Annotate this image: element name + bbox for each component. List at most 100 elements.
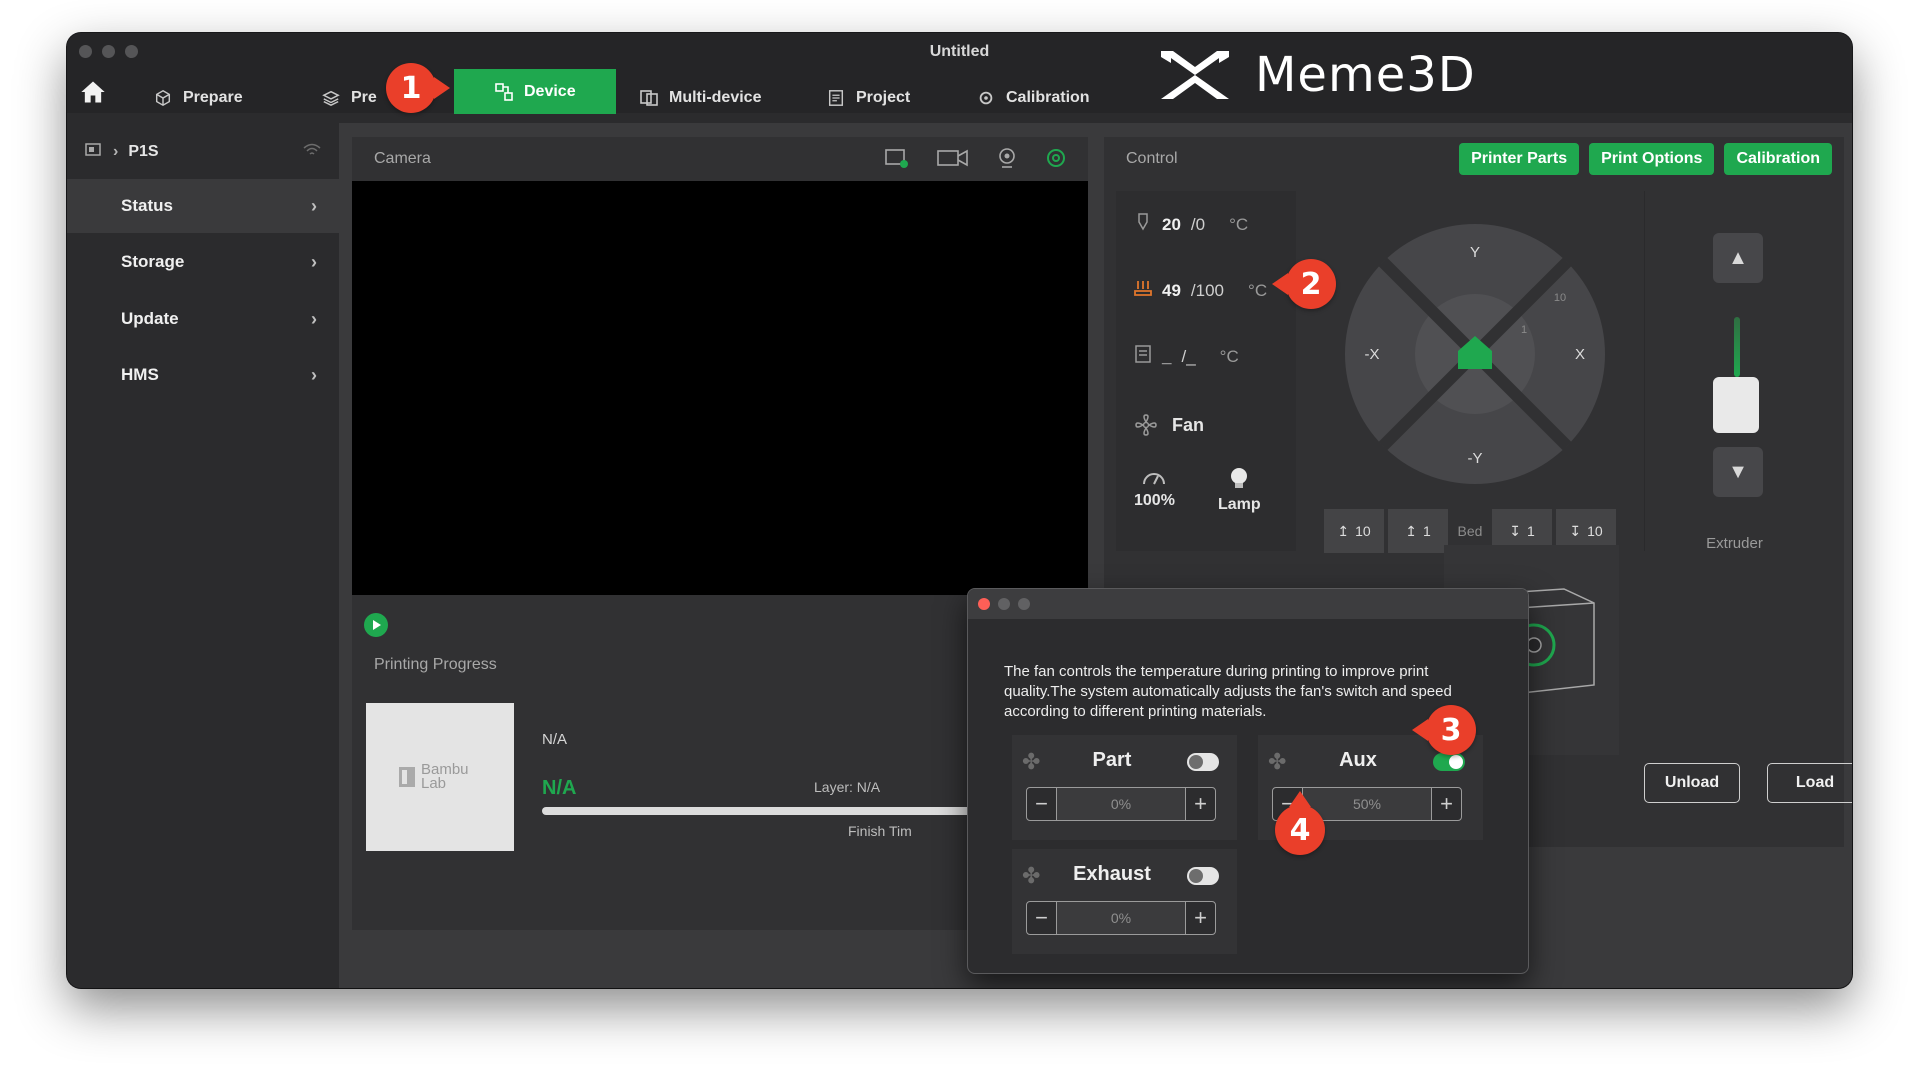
chevron-right-icon: › [113,143,119,160]
project-icon [826,88,846,108]
triangle-up-icon: ▲ [1728,246,1748,269]
aux-fan-toggle[interactable] [1433,753,1465,771]
part-fan-label: Part [1092,749,1132,771]
thumbnail-text: Bambu Lab [421,761,469,792]
bed-up-10-label: 10 [1355,523,1371,539]
dialog-close-button[interactable] [978,598,990,610]
brand: Meme3D [1157,45,1476,105]
bed-up-1-button[interactable]: ↥ 1 [1388,509,1448,553]
bed-temp-unit: °C [1248,280,1268,300]
timelapse-icon[interactable] [996,147,1018,169]
extrude-up-button[interactable]: ▲ [1713,233,1763,283]
top-bar: Untitled Prepare Pre Device Multi-device… [67,33,1852,114]
chevron-right-icon: › [311,195,317,216]
jog-y-label[interactable]: Y [1470,244,1480,261]
callout-1: 1 [386,63,450,113]
print-options-button[interactable]: Print Options [1589,143,1715,175]
lamp-button[interactable]: Lamp [1218,467,1261,514]
finish-time: Finish Tim [848,823,912,839]
aux-fan-value[interactable]: 50% [1303,788,1431,820]
layer-info: Layer: N/A [814,779,881,795]
sidebar-item-status[interactable]: Status › [67,179,339,233]
part-fan-decrease-button[interactable]: − [1027,788,1057,820]
tab-prepare[interactable]: Prepare [153,76,243,120]
exhaust-fan-increase-button[interactable]: + [1185,902,1215,934]
arrow-up-icon: ↥ [1337,522,1350,539]
sidebar-item-label: Status [121,196,173,215]
extruder-control: ▲ ▼ Extruder [1644,191,1824,552]
callout-3: 3 [1412,705,1476,755]
task-name: N/A [542,731,568,748]
fan-icon [1135,414,1157,436]
calibration-icon [976,88,996,108]
tab-calibration[interactable]: Calibration [976,76,1090,120]
sidebar: › P1S Status › Storage › Update › HMS › [67,123,339,988]
tab-prepare-label: Prepare [183,89,243,106]
dialog-window-controls [978,598,1030,610]
extruder-head-icon [1713,377,1759,433]
cube-icon [153,88,173,108]
jog-step-10-label: 10 [1554,292,1566,304]
chamber-current-temp: _ [1162,346,1172,366]
camera-settings-icon[interactable] [1044,147,1068,169]
layers-icon [321,88,341,108]
exhaust-fan-toggle[interactable] [1187,867,1219,885]
brand-name: Meme3D [1255,47,1476,103]
tab-multi-device[interactable]: Multi-device [639,76,761,120]
dialog-zoom-button[interactable] [1018,598,1030,610]
jog-neg-x-label[interactable]: -X [1365,346,1380,363]
chevron-right-icon: › [311,308,317,329]
part-fan-toggle[interactable] [1187,753,1219,771]
bed-temp-row[interactable]: 49 /100 °C [1134,279,1267,302]
nozzle-temp-row[interactable]: 20 /0 °C [1134,213,1248,236]
record-video-icon[interactable] [936,147,970,169]
sidebar-item-storage[interactable]: Storage › [67,235,339,289]
chamber-icon [1134,345,1152,368]
print-thumbnail: Bambu Lab [366,703,514,851]
jog-x-label[interactable]: X [1575,346,1585,363]
load-button[interactable]: Load [1767,763,1852,803]
lamp-label: Lamp [1218,496,1261,513]
snapshot-icon[interactable] [884,147,910,169]
progress-percent: N/A [542,777,577,799]
exhaust-fan-label: Exhaust [1073,863,1151,885]
home-icon[interactable] [79,78,107,106]
brand-logo-icon [1161,51,1229,99]
nozzle-temp-unit: °C [1229,214,1249,234]
fan-dialog: The fan controls the temperature during … [967,588,1529,974]
tab-project[interactable]: Project [826,76,910,120]
chamber-temp-unit: °C [1219,346,1239,366]
sidebar-item-hms[interactable]: HMS › [67,348,339,402]
chamber-target-temp: /_ [1181,346,1196,366]
play-button[interactable] [364,613,388,637]
part-fan-stepper: − 0% + [1026,787,1216,821]
exhaust-fan-value[interactable]: 0% [1057,902,1185,934]
arrow-up-icon: ↥ [1405,522,1417,539]
chevron-right-icon: › [311,364,317,385]
tab-preview[interactable]: Pre [321,76,377,120]
speed-button[interactable]: 100% [1134,467,1175,510]
tab-device-label: Device [524,82,576,100]
app-window: Untitled Prepare Pre Device Multi-device… [67,33,1852,988]
unload-button[interactable]: Unload [1644,763,1740,803]
calibration-button[interactable]: Calibration [1724,143,1832,175]
part-fan-value[interactable]: 0% [1057,788,1185,820]
xy-jog-pad[interactable]: Y -Y X -X 10 1 [1344,223,1606,485]
tab-multi-device-label: Multi-device [669,89,762,106]
bed-up-10-button[interactable]: ↥ 10 [1324,509,1384,553]
sidebar-item-label: Update [121,309,179,328]
nozzle-target-temp: /0 [1190,214,1206,234]
sidebar-item-update[interactable]: Update › [67,292,339,346]
device-selector[interactable]: › P1S [85,137,321,167]
jog-neg-y-label[interactable]: -Y [1468,450,1483,467]
nozzle-current-temp: 20 [1162,214,1181,234]
tab-device[interactable]: Device [454,69,616,114]
aux-fan-increase-button[interactable]: + [1431,788,1461,820]
extrude-down-button[interactable]: ▼ [1713,447,1763,497]
dialog-minimize-button[interactable] [998,598,1010,610]
exhaust-fan-decrease-button[interactable]: − [1027,902,1057,934]
printer-parts-button[interactable]: Printer Parts [1459,143,1580,175]
fan-button[interactable]: Fan [1134,413,1204,437]
jog-step-1-label: 1 [1521,324,1527,336]
part-fan-increase-button[interactable]: + [1185,788,1215,820]
